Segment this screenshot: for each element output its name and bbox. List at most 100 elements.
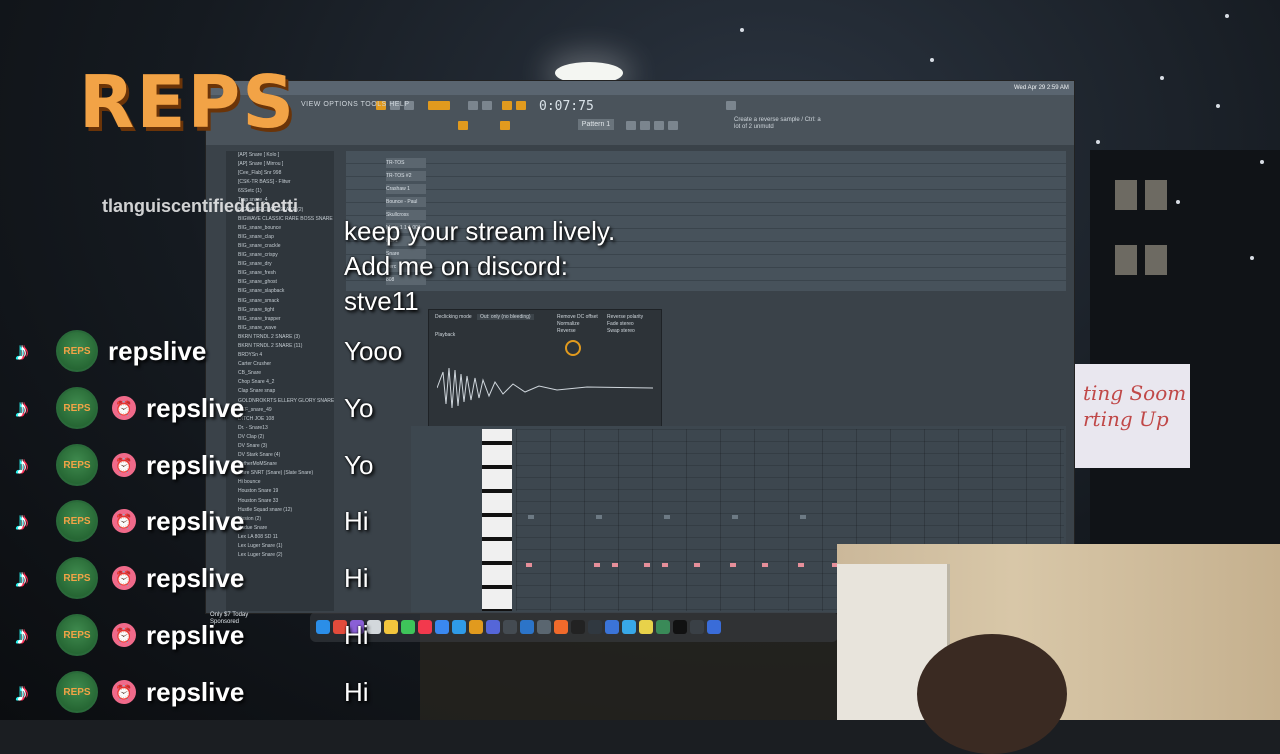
- browser-item[interactable]: Houston Snare 19: [226, 487, 334, 496]
- note[interactable]: [694, 563, 700, 567]
- fl-studio-icon[interactable]: [469, 620, 483, 634]
- alarm-badge-icon: ⏰: [112, 509, 136, 533]
- browser-item[interactable]: [Cee_Flab] Snr 998: [226, 169, 334, 178]
- note[interactable]: [526, 563, 532, 567]
- sampler-knob[interactable]: [565, 340, 581, 356]
- browser-item[interactable]: BIG_snare_trapper: [226, 315, 334, 324]
- mixer-icon[interactable]: [668, 121, 678, 130]
- settings-icon[interactable]: [537, 620, 551, 634]
- tempo-display[interactable]: [428, 101, 450, 110]
- note[interactable]: [662, 563, 668, 567]
- browser-item[interactable]: [CSK-TR BASS] - Flitwr: [226, 178, 334, 187]
- star: [1096, 140, 1100, 144]
- note[interactable]: [612, 563, 618, 567]
- sample-options[interactable]: Remove DC offset Normalize Reverse: [557, 314, 598, 335]
- channel-rack-icon[interactable]: [654, 121, 664, 130]
- app-icon[interactable]: [571, 620, 585, 634]
- option-swap-stereo[interactable]: Swap stereo: [607, 328, 643, 335]
- browser-item[interactable]: BIG_snare_tight: [226, 306, 334, 315]
- app-icon[interactable]: [656, 620, 670, 634]
- wait-icon[interactable]: [482, 101, 492, 110]
- telegram-icon[interactable]: [452, 620, 466, 634]
- option-normalize[interactable]: Normalize: [557, 321, 598, 328]
- browser-item[interactable]: BIG_snare_fresh: [226, 269, 334, 278]
- chat-username: repslive: [108, 335, 207, 366]
- hint-bar: Create a reverse sample / Ctrl: a lot of…: [734, 117, 821, 130]
- star: [740, 28, 744, 32]
- loop-icon[interactable]: [516, 101, 526, 110]
- chat-text: Hi: [344, 677, 369, 707]
- star: [1216, 104, 1220, 108]
- declick-select[interactable]: Out: only (no bleeding): [477, 314, 534, 320]
- chat-username: repslive: [146, 392, 245, 423]
- note[interactable]: [800, 515, 806, 519]
- app-icon[interactable]: [588, 620, 602, 634]
- fl-menu[interactable]: VIEW OPTIONS TOOLS HELP: [301, 101, 410, 108]
- building-window: [1145, 245, 1167, 275]
- reps-logo: REPS: [78, 60, 297, 144]
- metronome-icon[interactable]: [468, 101, 478, 110]
- browser-item[interactable]: DV Clap (2): [226, 433, 334, 442]
- declick-label: Declicking mode: [435, 314, 472, 320]
- browser-item[interactable]: [AP] Snare [ Kolo ]: [226, 151, 334, 160]
- firefox-icon[interactable]: [554, 620, 568, 634]
- note[interactable]: [730, 563, 736, 567]
- app-icon[interactable]: [503, 620, 517, 634]
- song-mode-icon[interactable]: [500, 121, 510, 130]
- browser-item[interactable]: [AP] Snare [ Mirrou ]: [226, 160, 334, 169]
- browser-item[interactable]: BIG_snare_slapback: [226, 287, 334, 296]
- browser-item[interactable]: BIG_snare_crackle: [226, 242, 334, 251]
- alarm-badge-icon: ⏰: [112, 453, 136, 477]
- app-icon[interactable]: [622, 620, 636, 634]
- note[interactable]: [644, 563, 650, 567]
- channel-row[interactable]: Crashaw 1: [346, 177, 1066, 194]
- app-icon[interactable]: [673, 620, 687, 634]
- note[interactable]: [528, 515, 534, 519]
- note[interactable]: [732, 515, 738, 519]
- app-icon[interactable]: [690, 620, 704, 634]
- star: [1250, 256, 1254, 260]
- chat-username: repslive: [146, 449, 245, 480]
- option-reverse-polarity[interactable]: Reverse polarity: [607, 314, 643, 321]
- waveform: [437, 367, 653, 409]
- sample-options-2[interactable]: Reverse polarity Fade stereo Swap stereo: [607, 314, 643, 335]
- channel-row[interactable]: Bounce - Paul: [346, 190, 1066, 207]
- piano-roll-icon[interactable]: [640, 121, 650, 130]
- option-reverse[interactable]: Reverse: [557, 328, 598, 335]
- option-remove-dc[interactable]: Remove DC offset: [557, 314, 598, 321]
- avatar: REPS: [56, 614, 98, 656]
- note[interactable]: [596, 515, 602, 519]
- avatar: REPS: [56, 330, 98, 372]
- browser-item[interactable]: BIG_snare_smack: [226, 297, 334, 306]
- option-fade-stereo[interactable]: Fade stereo: [607, 321, 643, 328]
- app-icon[interactable]: [435, 620, 449, 634]
- browser-item[interactable]: BIG_snare_clap: [226, 233, 334, 242]
- avatar: REPS: [56, 500, 98, 542]
- piano-keys[interactable]: [482, 429, 512, 611]
- note[interactable]: [762, 563, 768, 567]
- app-icon[interactable]: [707, 620, 721, 634]
- avatar: REPS: [56, 671, 98, 713]
- app-icon[interactable]: [520, 620, 534, 634]
- browser-item[interactable]: BIG_snare_ghost: [226, 278, 334, 287]
- tiktok-icon: ♪: [15, 393, 29, 423]
- channel-row[interactable]: TR-TOS #2: [346, 164, 1066, 181]
- note[interactable]: [798, 563, 804, 567]
- playlist-icon[interactable]: [626, 121, 636, 130]
- alarm-badge-icon: ⏰: [112, 623, 136, 647]
- sampler-panel: Declicking mode Out: only (no bleeding) …: [428, 309, 662, 427]
- app-icon[interactable]: [605, 620, 619, 634]
- snap-icon[interactable]: [502, 101, 512, 110]
- sign-line: rting Up: [1083, 407, 1169, 431]
- app-icon[interactable]: [486, 620, 500, 634]
- channel-row[interactable]: TR-TOS: [346, 151, 1066, 168]
- pattern-selector[interactable]: Pattern 1: [578, 119, 614, 130]
- browser-item[interactable]: BIG_snare_bounce: [226, 224, 334, 233]
- note[interactable]: [594, 563, 600, 567]
- browser-item[interactable]: BIG_snare_crispy: [226, 251, 334, 260]
- app-icon[interactable]: [639, 620, 653, 634]
- note[interactable]: [664, 515, 670, 519]
- pattern-mode-icon[interactable]: [458, 121, 468, 130]
- chat-username: tlanguiscentifiedcinetti: [102, 196, 299, 216]
- browser-item[interactable]: BIG_snare_dry: [226, 260, 334, 269]
